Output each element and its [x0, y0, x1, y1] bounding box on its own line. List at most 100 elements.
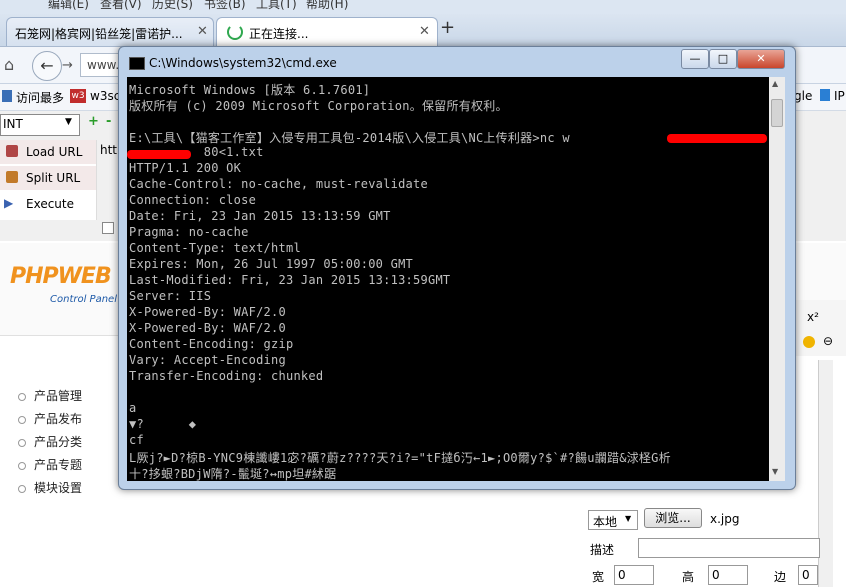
hackbar-url-text[interactable]: htt	[100, 143, 117, 157]
superscript-icon[interactable]: x²	[807, 310, 819, 324]
scroll-up-icon[interactable]: ▲	[772, 79, 778, 88]
cmd-scrollbar[interactable]: ▲ ▼	[769, 77, 785, 481]
chevron-down-icon: ▼	[625, 514, 632, 523]
load-url-icon	[6, 145, 18, 157]
load-url-label: Load URL	[26, 145, 83, 159]
bookmark-icon	[2, 90, 12, 102]
tab-bar: 石笼网|格宾网|铅丝笼|雷诺护... ✕ 正在连接... ✕ +	[0, 14, 846, 47]
upload-form: 本地 ▼ 浏览... x.jpg 描述 宽 0 高 0 边 0	[586, 505, 820, 587]
selected-filename: x.jpg	[710, 512, 740, 526]
console-line: HTTP/1.1 200 OK	[129, 161, 242, 175]
border-input[interactable]: 0	[798, 565, 818, 585]
console-line: Microsoft Windows [版本 6.1.7601]	[129, 83, 371, 97]
tab-2[interactable]: 正在连接... ✕	[216, 17, 438, 46]
cmd-window: C:\Windows\system32\cmd.exe — □ ✕ Micros…	[118, 46, 796, 490]
console-line: Date: Fri, 23 Jan 2015 13:13:59 GMT	[129, 209, 391, 223]
console-line: Content-Type: text/html	[129, 241, 301, 255]
console-line: X-Powered-By: WAF/2.0	[129, 305, 286, 319]
console-line: Last-Modified: Fri, 23 Jan 2015 13:13:59…	[129, 273, 451, 287]
height-input[interactable]: 0	[708, 565, 748, 585]
logo-sub-text: Control Panel	[50, 294, 117, 305]
minimize-button[interactable]: —	[681, 49, 709, 69]
link-icon[interactable]: ⊖	[823, 334, 833, 348]
border-label: 边	[774, 570, 787, 584]
console-line: X-Powered-By: WAF/2.0	[129, 321, 286, 335]
plus-icon[interactable]: +	[88, 114, 99, 129]
sidebar-item-label: 产品分类	[34, 435, 83, 449]
console-line: Server: IIS	[129, 289, 212, 303]
bookmark-ip[interactable]: IP	[834, 89, 845, 103]
execute-icon: ▶	[4, 196, 14, 210]
browse-button-label: 浏览...	[655, 511, 691, 525]
width-value: 0	[618, 568, 626, 582]
maximize-button[interactable]: □	[709, 49, 737, 69]
menu-edit[interactable]: 编辑(E)	[48, 0, 89, 12]
close-button[interactable]: ✕	[737, 49, 785, 69]
menu-history[interactable]: 历史(S)	[152, 0, 193, 12]
menu-tools[interactable]: 工具(T)	[256, 0, 297, 12]
console-line: ▼? ◆	[129, 417, 197, 431]
bookmark-ip-icon	[820, 89, 830, 101]
source-select[interactable]: 本地 ▼	[588, 510, 638, 530]
console-line: L厥j?►D?椋B-YNC9棟讖嶁1宓?礪?蔚z????天?i?="tF撻б汅←…	[129, 451, 671, 465]
desc-input[interactable]	[638, 538, 820, 558]
browser-menubar: 编辑(E) 查看(V) 历史(S) 书签(B) 工具(T) 帮助(H)	[0, 0, 846, 14]
bookmark-w3school[interactable]: w3sc	[90, 89, 120, 103]
console-line: Transfer-Encoding: chunked	[129, 369, 324, 383]
source-select-value: 本地	[593, 515, 618, 529]
home-icon[interactable]: ⌂	[4, 55, 14, 74]
cmd-console[interactable]: Microsoft Windows [版本 6.1.7601] 版权所有 (c)…	[127, 77, 769, 481]
width-label: 宽	[592, 570, 605, 584]
cms-sidebar-menu: 产品管理 产品发布 产品分类 产品专题 模块设置	[0, 380, 118, 500]
execute-button[interactable]: ▶ Execute	[0, 192, 96, 216]
console-line: E:\工具\【猫客工作室】入侵专用工具包-2014版\入侵工具\NC上传利器>n…	[129, 131, 570, 145]
split-url-label: Split URL	[26, 171, 81, 185]
bookmark-most-visited[interactable]: 访问最多	[16, 89, 64, 106]
sidebar-item-label: 产品专题	[34, 458, 83, 472]
console-line: cf	[129, 433, 144, 447]
logo-main-text: PHPWEB	[10, 264, 112, 289]
load-url-button[interactable]: Load URL	[0, 140, 96, 164]
sidebar-item-product-topic[interactable]: 产品专题	[18, 456, 82, 473]
close-icon[interactable]: ✕	[197, 24, 208, 39]
post-data-checkbox[interactable]	[102, 222, 114, 234]
loading-spinner-icon	[227, 24, 243, 40]
menu-view[interactable]: 查看(V)	[100, 0, 142, 12]
tab-1[interactable]: 石笼网|格宾网|铅丝笼|雷诺护... ✕	[6, 17, 214, 46]
back-button[interactable]: ←	[32, 51, 62, 81]
hackbar-commands: Load URL Split URL ▶ Execute	[0, 140, 97, 220]
console-line: Vary: Accept-Encoding	[129, 353, 286, 367]
close-icon[interactable]: ✕	[419, 24, 430, 39]
new-tab-icon[interactable]: +	[440, 17, 455, 38]
split-url-icon	[6, 171, 18, 183]
editor-scrollbar[interactable]	[818, 360, 833, 587]
menu-bookmarks[interactable]: 书签(B)	[204, 0, 246, 12]
split-url-button[interactable]: Split URL	[0, 166, 96, 190]
sidebar-item-product-category[interactable]: 产品分类	[18, 433, 82, 450]
console-line: 版权所有 (c) 2009 Microsoft Corporation。保留所有…	[129, 99, 508, 113]
minus-icon[interactable]: -	[106, 114, 111, 129]
redaction-mark	[667, 134, 767, 143]
tab-2-label: 正在连接...	[249, 27, 309, 41]
sidebar-item-product-manage[interactable]: 产品管理	[18, 387, 82, 404]
console-line: Expires: Mon, 26 Jul 1997 05:00:00 GMT	[129, 257, 414, 271]
scroll-thumb[interactable]	[771, 99, 783, 127]
sidebar-item-product-publish[interactable]: 产品发布	[18, 410, 82, 427]
hackbar-type-value: INT	[3, 117, 23, 131]
bookmark-google[interactable]: gle	[794, 89, 812, 103]
hackbar-type-select[interactable]: INT ▼	[0, 114, 80, 136]
menu-help[interactable]: 帮助(H)	[306, 0, 348, 12]
cmd-window-title: C:\Windows\system32\cmd.exe	[149, 56, 337, 70]
redaction-mark	[127, 150, 191, 159]
browse-button[interactable]: 浏览...	[644, 508, 702, 528]
address-bar[interactable]: www.	[80, 53, 121, 77]
scroll-down-icon[interactable]: ▼	[772, 467, 778, 476]
width-input[interactable]: 0	[614, 565, 654, 585]
desc-label: 描述	[590, 543, 615, 557]
console-line: Cache-Control: no-cache, must-revalidate	[129, 177, 428, 191]
address-text: www.	[87, 58, 120, 72]
sidebar-item-module-settings[interactable]: 模块设置	[18, 479, 82, 496]
emoticon-icon[interactable]	[803, 336, 815, 348]
console-line: Content-Encoding: gzip	[129, 337, 294, 351]
forward-button[interactable]: →	[62, 58, 73, 73]
